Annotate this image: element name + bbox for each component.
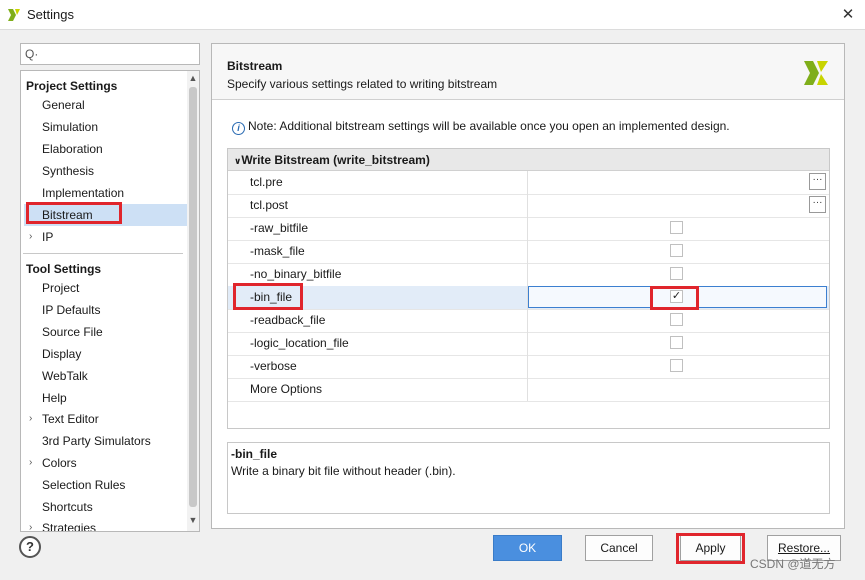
option-checkbox[interactable]: ✓ (670, 290, 683, 303)
column-divider (527, 240, 528, 263)
nav-item-implementation[interactable]: Implementation (42, 183, 124, 203)
option-row-tcl-post[interactable]: tcl.post ··· (228, 194, 829, 218)
column-divider (527, 171, 528, 194)
watermark: CSDN @道无方 (750, 557, 836, 571)
nav-item-general[interactable]: General (42, 95, 85, 115)
nav-item-selection-rules[interactable]: Selection Rules (42, 475, 125, 495)
vivado-logo-icon (8, 9, 20, 21)
panel-header (212, 44, 844, 100)
option-row-raw-bitfile[interactable]: -raw_bitfile (228, 217, 829, 241)
project-settings-header: Project Settings (26, 79, 118, 93)
nav-divider (23, 253, 183, 254)
option-checkbox[interactable] (670, 359, 683, 372)
option-label: -logic_location_file (250, 336, 349, 350)
nav-item-shortcuts[interactable]: Shortcuts (42, 497, 93, 517)
column-divider (527, 217, 528, 240)
chevron-right-icon[interactable]: › (29, 227, 32, 247)
ok-button[interactable]: OK (493, 535, 562, 561)
column-divider (527, 332, 528, 355)
panel-title: Bitstream (227, 59, 283, 73)
column-divider (527, 378, 528, 401)
info-icon: i (232, 122, 245, 135)
title-bar: Settings ✕ (0, 0, 865, 30)
nav-item-source-file[interactable]: Source File (42, 322, 103, 342)
nav-item-webtalk[interactable]: WebTalk (42, 366, 88, 386)
option-checkbox[interactable] (670, 336, 683, 349)
column-divider (527, 309, 528, 332)
nav-item-strategies[interactable]: Strategies (42, 518, 96, 531)
group-label[interactable]: ∨Write Bitstream (write_bitstream) (234, 153, 430, 167)
nav-item-display[interactable]: Display (42, 344, 81, 364)
scroll-thumb[interactable] (189, 87, 197, 507)
scroll-down-icon[interactable]: ▼ (187, 515, 199, 525)
option-checkbox[interactable] (670, 244, 683, 257)
option-row-bin-file[interactable]: -bin_file ✓ (228, 286, 829, 310)
nav-item-colors[interactable]: Colors (42, 453, 77, 473)
option-label: -readback_file (250, 313, 326, 327)
search-input[interactable]: Q· (20, 43, 200, 65)
option-label: -verbose (250, 359, 297, 373)
nav-item-elaboration[interactable]: Elaboration (42, 139, 103, 159)
description-box (227, 442, 830, 514)
option-label: -bin_file (250, 290, 293, 304)
option-label: -mask_file (250, 244, 305, 258)
help-icon[interactable]: ? (19, 536, 41, 558)
window-title: Settings (27, 7, 74, 22)
chevron-right-icon[interactable]: › (29, 409, 32, 429)
nav-item-simulation[interactable]: Simulation (42, 117, 98, 137)
vivado-logo-icon (804, 61, 828, 85)
option-label: -raw_bitfile (250, 221, 309, 235)
nav-item-bitstream[interactable]: Bitstream (42, 205, 93, 225)
option-row-more-options[interactable]: More Options (228, 378, 829, 402)
option-row-verbose[interactable]: -verbose (228, 355, 829, 379)
nav-item-3rd-party-simulators[interactable]: 3rd Party Simulators (42, 431, 151, 451)
scroll-up-icon[interactable]: ▲ (187, 73, 199, 83)
option-row-tcl-pre[interactable]: tcl.pre ··· (228, 171, 829, 195)
browse-button[interactable]: ··· (809, 173, 826, 190)
option-checkbox[interactable] (670, 267, 683, 280)
option-checkbox[interactable] (670, 221, 683, 234)
info-note: i Note: Additional bitstream settings wil… (232, 119, 730, 135)
cancel-button[interactable]: Cancel (585, 535, 653, 561)
option-checkbox[interactable] (670, 313, 683, 326)
option-row-logic-location-file[interactable]: -logic_location_file (228, 332, 829, 356)
option-label: tcl.pre (250, 175, 283, 189)
tool-settings-header: Tool Settings (26, 262, 102, 276)
settings-tree: Project Settings General Simulation Elab… (20, 70, 200, 532)
column-divider (527, 194, 528, 217)
search-icon: Q· (25, 47, 39, 61)
nav-item-text-editor[interactable]: Text Editor (42, 409, 99, 429)
chevron-right-icon[interactable]: › (29, 518, 32, 531)
nav-item-ip-defaults[interactable]: IP Defaults (42, 300, 100, 320)
apply-button[interactable]: Apply (680, 535, 741, 561)
nav-item-project[interactable]: Project (42, 278, 79, 298)
nav-item-synthesis[interactable]: Synthesis (42, 161, 94, 181)
option-row-readback-file[interactable]: -readback_file (228, 309, 829, 333)
close-icon[interactable]: ✕ (838, 5, 858, 25)
column-divider (527, 263, 528, 286)
browse-button[interactable]: ··· (809, 196, 826, 213)
nav-item-help[interactable]: Help (42, 388, 67, 408)
chevron-right-icon[interactable]: › (29, 453, 32, 473)
info-note-text: Note: Additional bitstream settings will… (248, 119, 730, 133)
panel-subtitle: Specify various settings related to writ… (227, 77, 498, 91)
option-row-no-binary-bitfile[interactable]: -no_binary_bitfile (228, 263, 829, 287)
option-label: More Options (250, 382, 323, 396)
column-divider (527, 355, 528, 378)
option-row-mask-file[interactable]: -mask_file (228, 240, 829, 264)
option-label: tcl.post (250, 198, 289, 212)
description-text: Write a binary bit file without header (… (231, 464, 456, 478)
option-label: -no_binary_bitfile (250, 267, 342, 281)
nav-item-ip[interactable]: IP (42, 227, 53, 247)
description-title: -bin_file (231, 447, 278, 461)
